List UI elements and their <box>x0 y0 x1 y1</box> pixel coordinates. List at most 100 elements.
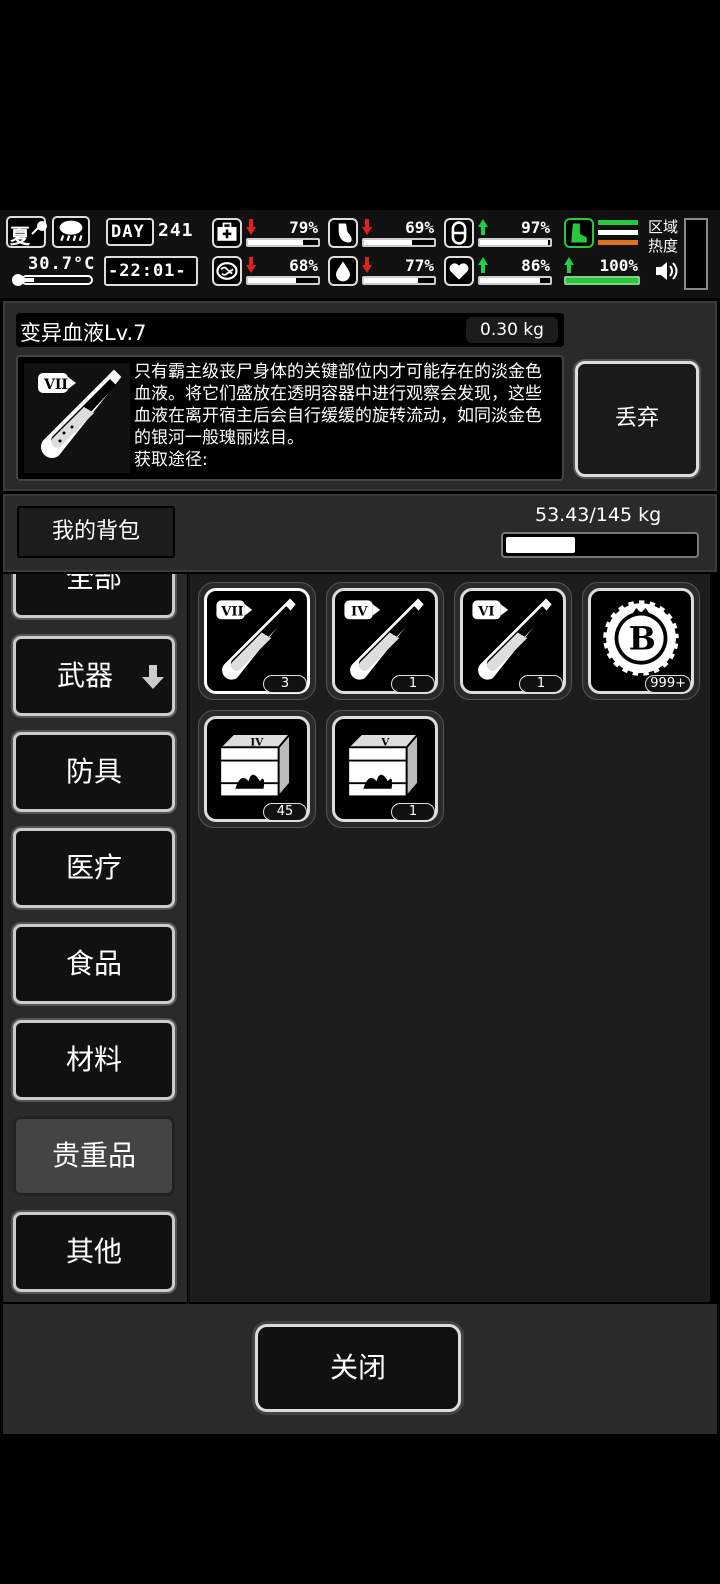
item-info-panel: 变异血液Lv.7 0.30 kg VII 只有霸主级丧尸身体的关键部位内才可能存… <box>3 301 717 491</box>
category-all[interactable]: 全部 <box>13 574 175 618</box>
item-count: 1 <box>391 803 435 821</box>
item-slot-supply-crate-v[interactable]: V 1 <box>326 710 444 828</box>
item-title-bar: 变异血液Lv.7 0.30 kg <box>16 313 564 347</box>
svg-text:IV: IV <box>351 605 368 620</box>
thirst-down-arrow-icon <box>362 257 372 273</box>
health-bar <box>246 238 320 247</box>
stamina-bar <box>564 276 640 285</box>
category-other[interactable]: 其他 <box>13 1212 175 1292</box>
day-number: 241 <box>158 220 194 241</box>
hunger-percent: 69% <box>405 218 434 237</box>
svg-text:VII: VII <box>43 377 68 393</box>
item-count: 999+ <box>645 675 691 693</box>
item-slot-supply-crate-iv[interactable]: IV 45 <box>198 710 316 828</box>
item-slot-mutant-blood-iv[interactable]: IV 1 <box>326 582 444 700</box>
item-count: 3 <box>263 675 307 693</box>
stamina-stripe-green <box>598 220 638 225</box>
boot-icon <box>564 218 594 248</box>
weather-box <box>52 216 90 248</box>
sanity-bar <box>246 276 320 285</box>
bag-capacity-text: 53.43/145 kg <box>535 504 662 526</box>
sun-cloud-icon <box>31 221 47 235</box>
thirst-bar <box>362 276 436 285</box>
mood-percent: 86% <box>521 256 550 275</box>
item-count: 1 <box>519 675 563 693</box>
drug-up-arrow-icon <box>478 219 488 235</box>
hunger-down-arrow-icon <box>362 219 372 235</box>
clock-value: -22:01- <box>108 261 187 281</box>
close-button[interactable]: 关闭 <box>255 1324 461 1412</box>
category-materials[interactable]: 材料 <box>13 1020 175 1100</box>
health-percent: 79% <box>289 218 318 237</box>
my-bag-tab[interactable]: 我的背包 <box>17 506 175 558</box>
svg-text:V: V <box>380 736 390 748</box>
thirst-percent: 77% <box>405 256 434 275</box>
thermometer-icon <box>12 274 93 286</box>
temperature-value: 30.7°C <box>28 254 96 274</box>
svg-text:IV: IV <box>250 736 264 748</box>
health-bar-fill <box>248 240 304 245</box>
item-slot-b-coin[interactable]: B 999+ <box>582 582 700 700</box>
test-tube-vii-icon: VII <box>24 363 130 473</box>
item-description: 只有霸主级丧尸身体的关键部位内才可能存在的淡金色血液。将它们盛放在透明容器中进行… <box>134 361 558 471</box>
sanity-bar-fill <box>248 278 296 283</box>
bag-header: 我的背包 53.43/145 kg <box>3 494 717 572</box>
health-down-arrow-icon <box>246 219 256 235</box>
item-weight: 0.30 kg <box>466 317 558 343</box>
day-label: DAY <box>111 222 145 242</box>
day-label-box: DAY <box>106 218 154 246</box>
mood-bar <box>478 276 552 285</box>
item-slot-mutant-blood-vii[interactable]: VII 3 <box>198 582 316 700</box>
stamina-bar-fill <box>566 278 638 283</box>
sanity-down-arrow-icon <box>246 257 256 273</box>
mood-bar-fill <box>480 278 541 283</box>
item-count: 1 <box>391 675 435 693</box>
drug-percent: 97% <box>521 218 550 237</box>
item-slot-mutant-blood-vi[interactable]: VI 1 <box>454 582 572 700</box>
down-arrow-icon <box>142 665 164 689</box>
category-sidebar[interactable]: 全部 武器 防具 医疗 食品 材料 贵重品 其他 <box>3 574 187 1302</box>
item-description-box: VII 只有霸主级丧尸身体的关键部位内才可能存在的淡金色血液。将它们盛放在透明容… <box>16 355 564 481</box>
stamina-stripe-white <box>598 230 638 235</box>
stamina-stripes <box>598 220 638 248</box>
drug-bar-fill <box>480 240 548 245</box>
category-medical[interactable]: 医疗 <box>13 828 175 908</box>
sanity-percent: 68% <box>289 256 318 275</box>
medkit-icon <box>212 218 242 248</box>
water-drop-icon <box>328 256 358 286</box>
region-heat-label: 区域 热度 <box>648 218 679 255</box>
heart-icon <box>444 256 474 286</box>
bag-capacity-bar <box>501 532 699 558</box>
pill-icon <box>444 218 474 248</box>
item-name: 变异血液Lv.7 <box>20 321 147 345</box>
region-heat[interactable]: 区域 热度 <box>648 218 688 288</box>
region-heat-meter <box>684 218 708 290</box>
status-bar: 夏 30.7°C DAY 241 -22:01- 79% 69% 97% 68%… <box>0 210 720 298</box>
svg-text:B: B <box>629 619 656 657</box>
drug-bar <box>478 238 552 247</box>
temperature-readout: 30.7°C <box>10 254 96 290</box>
season-label: 夏 <box>10 224 30 248</box>
brain-icon <box>212 256 242 286</box>
category-weapons-label: 武器 <box>56 659 113 692</box>
stomach-icon <box>328 218 358 248</box>
inventory-grid: VII 3 IV 1 VI 1 B 999+ IV 45 V 1 <box>188 574 710 1302</box>
item-count: 45 <box>263 803 307 821</box>
item-description-body: 只有霸主级丧尸身体的关键部位内才可能存在的淡金色血液。将它们盛放在透明容器中进行… <box>134 362 542 448</box>
drop-button[interactable]: 丢弃 <box>575 361 699 477</box>
category-weapons[interactable]: 武器 <box>13 636 175 716</box>
rain-cloud-icon <box>59 220 83 242</box>
season-box: 夏 <box>6 216 47 248</box>
hunger-bar <box>362 238 436 247</box>
svg-text:VI: VI <box>477 605 494 620</box>
category-armor[interactable]: 防具 <box>13 732 175 812</box>
thirst-bar-fill <box>364 278 418 283</box>
bag-capacity-fill <box>506 537 576 553</box>
svg-text:VII: VII <box>220 605 244 620</box>
item-source-label: 获取途径: <box>134 450 208 470</box>
stamina-percent: 100% <box>599 256 638 275</box>
category-valuables[interactable]: 贵重品 <box>13 1116 175 1196</box>
speaker-icon <box>656 262 678 280</box>
category-food[interactable]: 食品 <box>13 924 175 1004</box>
mood-up-arrow-icon <box>478 257 488 273</box>
